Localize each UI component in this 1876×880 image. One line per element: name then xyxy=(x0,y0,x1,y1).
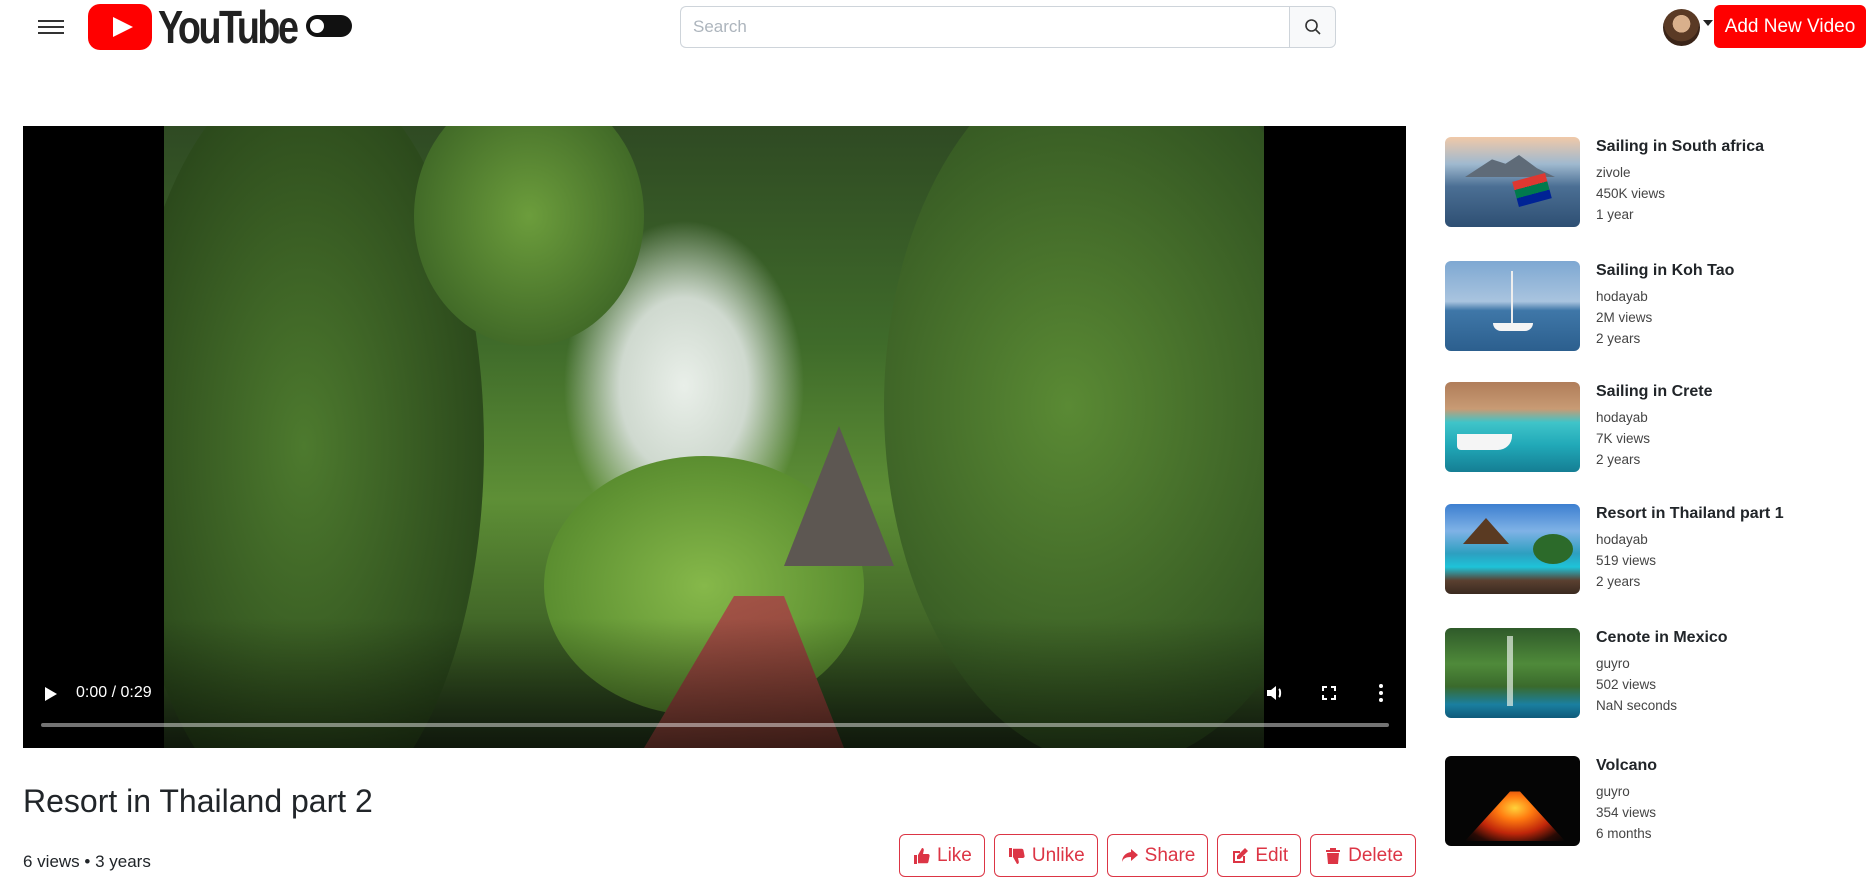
like-button[interactable]: Like xyxy=(899,834,985,877)
search-bar xyxy=(680,6,1336,48)
volume-icon[interactable] xyxy=(1263,681,1287,705)
share-icon xyxy=(1121,848,1138,862)
delete-button[interactable]: Delete xyxy=(1310,834,1417,877)
hamburger-menu-icon[interactable] xyxy=(38,16,64,38)
related-video-channel: hodayab xyxy=(1596,410,1648,425)
search-icon xyxy=(1304,19,1321,35)
video-thumbnail[interactable] xyxy=(1445,628,1580,718)
edit-label: Edit xyxy=(1255,844,1289,866)
related-video-views: 450K views xyxy=(1596,186,1666,201)
related-video-age: 2 years xyxy=(1596,452,1641,467)
dark-mode-toggle[interactable] xyxy=(306,15,352,37)
time-display: 0:00 / 0:29 xyxy=(76,684,152,701)
video-actions: Like Unlike Share Edit Delete xyxy=(899,834,1417,877)
add-new-video-button[interactable]: Add New Video xyxy=(1714,5,1866,48)
related-video-item[interactable]: Cenote in Mexico guyro 502 views NaN sec… xyxy=(1445,628,1865,720)
search-input[interactable] xyxy=(680,6,1289,48)
thumbs-up-icon xyxy=(914,847,930,864)
related-video-channel: guyro xyxy=(1596,656,1630,671)
like-label: Like xyxy=(937,844,972,866)
thumbs-down-icon xyxy=(1008,847,1025,864)
logo-text: YouTube xyxy=(158,1,299,53)
related-video-title[interactable]: Sailing in South africa xyxy=(1596,137,1764,156)
related-video-title[interactable]: Resort in Thailand part 1 xyxy=(1596,504,1784,523)
related-video-item[interactable]: Sailing in Koh Tao hodayab 2M views 2 ye… xyxy=(1445,261,1865,353)
related-video-age: 2 years xyxy=(1596,331,1641,346)
related-video-channel: guyro xyxy=(1596,784,1630,799)
related-video-item[interactable]: Resort in Thailand part 1 hodayab 519 vi… xyxy=(1445,504,1865,596)
unlike-label: Unlike xyxy=(1031,844,1085,866)
related-video-title[interactable]: Sailing in Crete xyxy=(1596,382,1712,401)
play-icon[interactable] xyxy=(45,687,57,701)
youtube-play-icon xyxy=(88,4,152,50)
related-video-views: 502 views xyxy=(1596,677,1657,692)
related-video-title[interactable]: Sailing in Koh Tao xyxy=(1596,261,1734,280)
related-video-title[interactable]: Cenote in Mexico xyxy=(1596,628,1728,647)
related-video-item[interactable]: Sailing in Crete hodayab 7K views 2 year… xyxy=(1445,382,1865,474)
edit-icon xyxy=(1233,847,1249,863)
related-video-views: 519 views xyxy=(1596,553,1657,568)
video-thumbnail[interactable] xyxy=(1445,756,1580,846)
edit-button[interactable]: Edit xyxy=(1217,834,1302,877)
video-title: Resort in Thailand part 2 xyxy=(23,783,373,819)
youtube-logo[interactable]: YouTube xyxy=(88,1,327,53)
share-label: Share xyxy=(1144,844,1196,866)
related-video-item[interactable]: Sailing in South africa zivole 450K view… xyxy=(1445,137,1865,229)
video-player[interactable]: 0:00 / 0:29 xyxy=(23,126,1406,748)
delete-label: Delete xyxy=(1348,844,1404,866)
unlike-button[interactable]: Unlike xyxy=(993,834,1098,877)
related-video-channel: hodayab xyxy=(1596,532,1648,547)
video-thumbnail[interactable] xyxy=(1445,504,1580,594)
search-button[interactable] xyxy=(1289,6,1336,48)
related-video-views: 7K views xyxy=(1596,431,1651,446)
related-video-views: 354 views xyxy=(1596,805,1657,820)
related-video-title[interactable]: Volcano xyxy=(1596,756,1657,775)
trash-icon xyxy=(1326,847,1341,864)
fullscreen-icon[interactable] xyxy=(1317,681,1341,705)
video-meta: 6 views • 3 years xyxy=(23,852,151,871)
caret-down-icon[interactable] xyxy=(1703,20,1713,26)
related-video-age: 2 years xyxy=(1596,574,1641,589)
related-video-age: 6 months xyxy=(1596,826,1652,841)
controls-overlay xyxy=(23,618,1406,748)
more-options-icon[interactable] xyxy=(1369,681,1393,705)
video-thumbnail[interactable] xyxy=(1445,382,1580,472)
video-thumbnail[interactable] xyxy=(1445,137,1580,227)
related-video-channel: hodayab xyxy=(1596,289,1648,304)
related-video-channel: zivole xyxy=(1596,165,1631,180)
related-video-age: 1 year xyxy=(1596,207,1634,222)
related-video-age: NaN seconds xyxy=(1596,698,1678,713)
top-header: YouTube Add New Video xyxy=(0,0,1876,56)
avatar[interactable] xyxy=(1663,9,1700,46)
video-thumbnail[interactable] xyxy=(1445,261,1580,351)
share-button[interactable]: Share xyxy=(1106,834,1209,877)
progress-bar[interactable] xyxy=(41,723,1389,727)
related-video-item[interactable]: Volcano guyro 354 views 6 months xyxy=(1445,756,1865,848)
related-video-views: 2M views xyxy=(1596,310,1653,325)
